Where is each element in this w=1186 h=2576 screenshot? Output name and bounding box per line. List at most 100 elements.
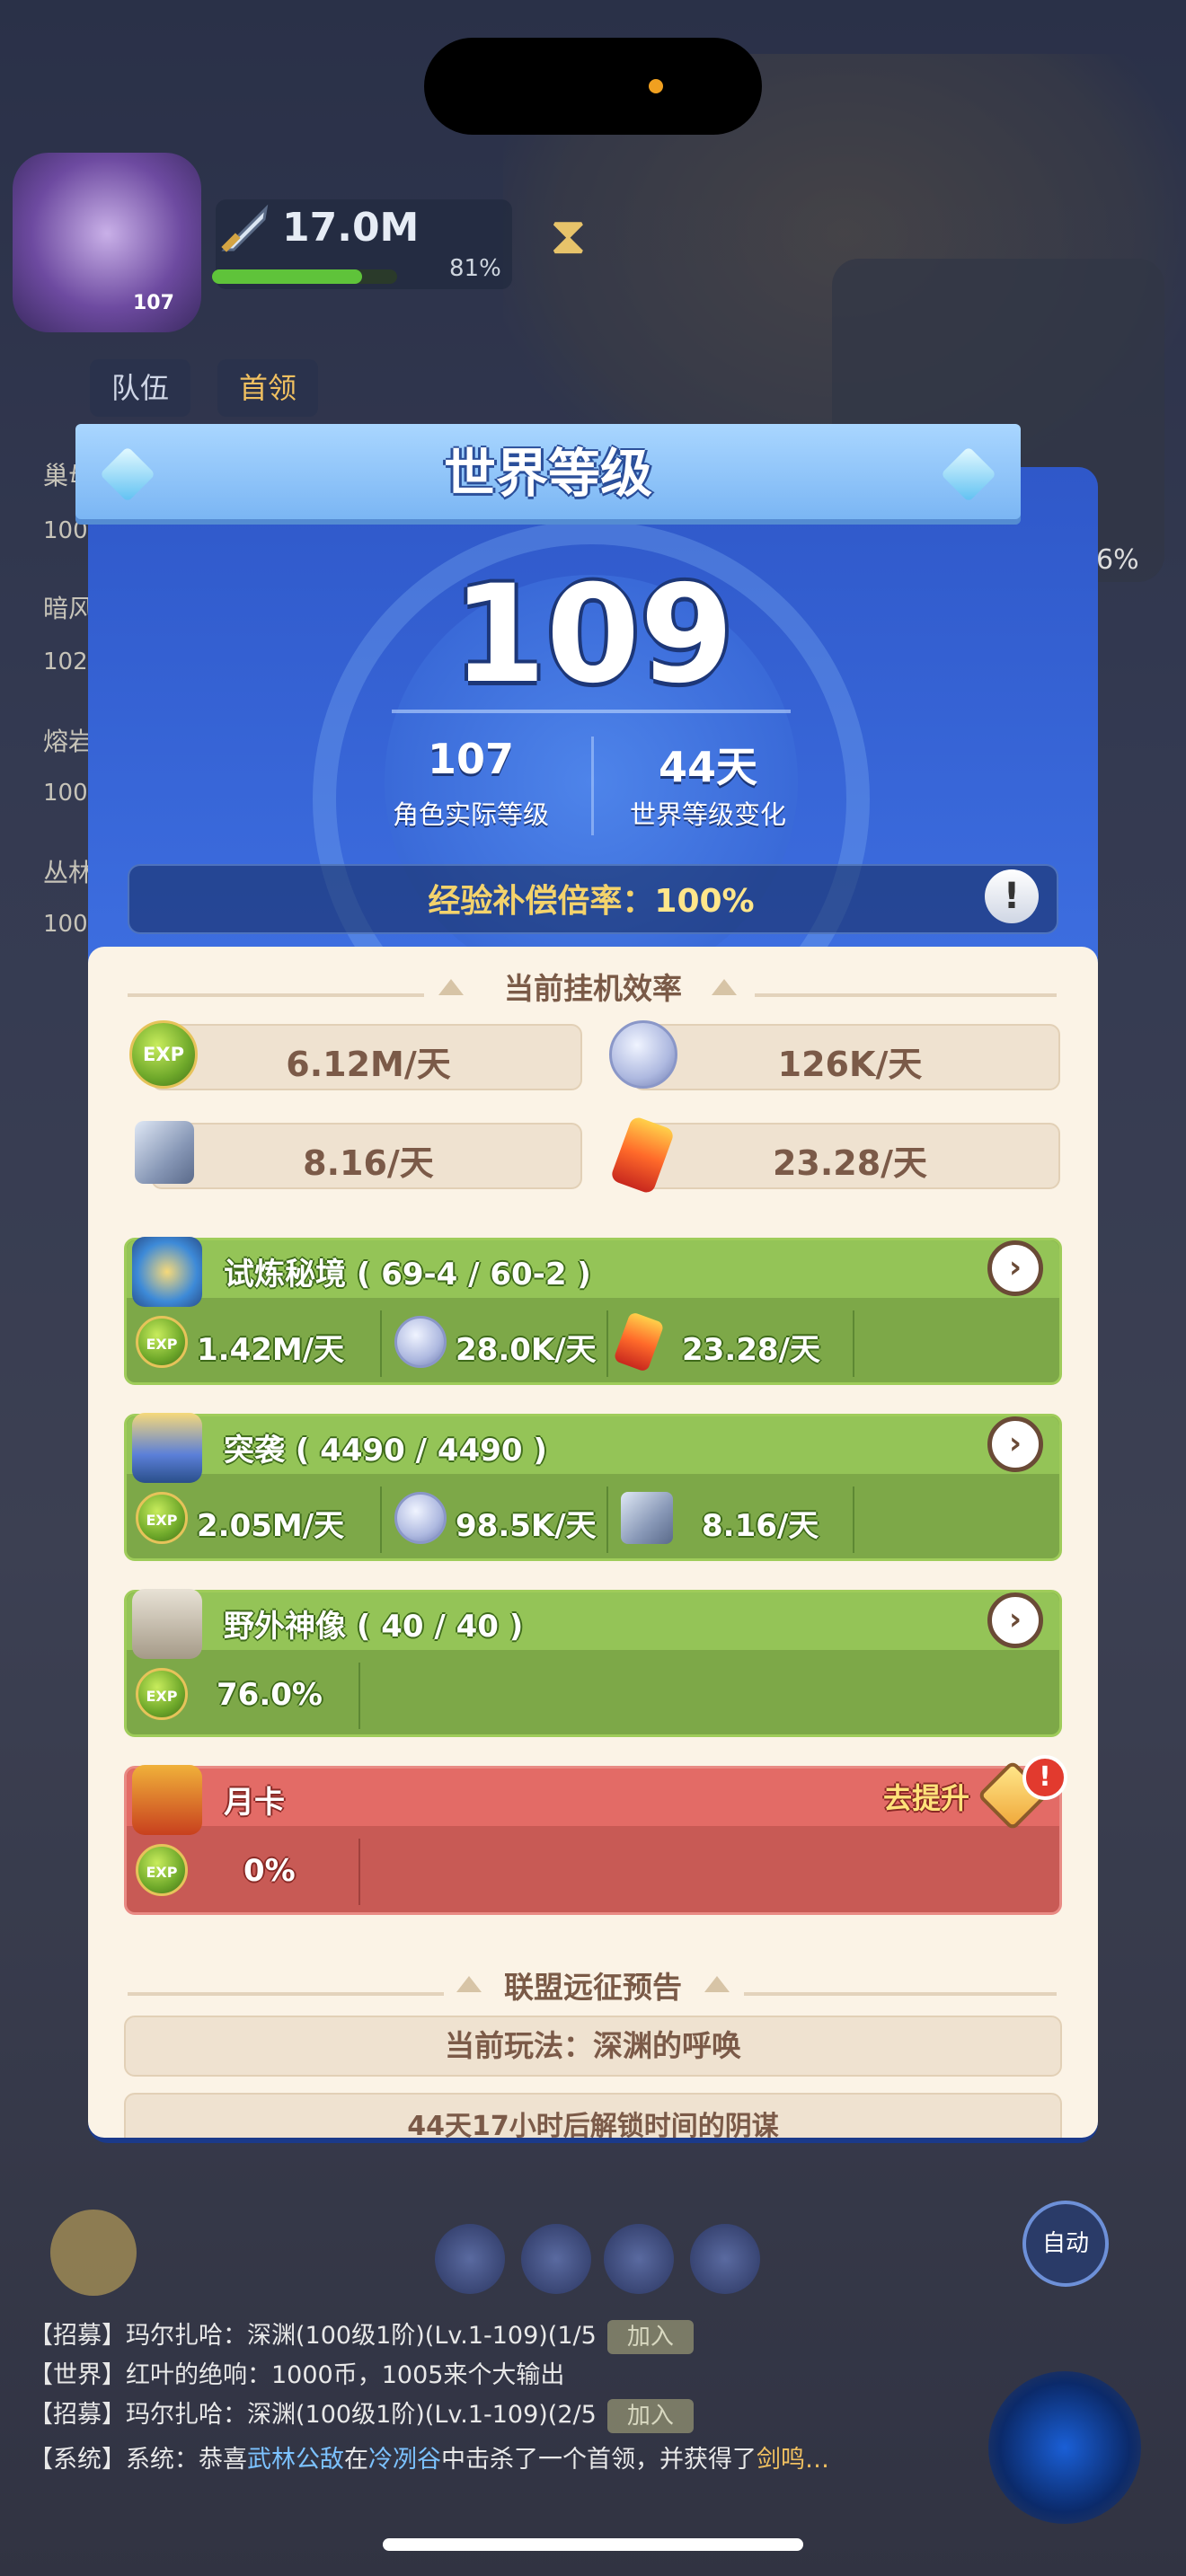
cell-value: 23.28/天 bbox=[682, 1332, 820, 1368]
exp-icon: EXP bbox=[136, 1316, 188, 1368]
reward-link[interactable]: 剑鸣… bbox=[757, 2446, 829, 2474]
chat-channel: 【系统】 bbox=[29, 2446, 126, 2474]
join-button[interactable]: 加入 bbox=[606, 2398, 694, 2433]
cell-separator bbox=[358, 1839, 360, 1905]
tab-team[interactable]: 队伍 bbox=[90, 359, 191, 417]
exclamation-icon[interactable]: ! bbox=[985, 869, 1039, 923]
exp-icon: EXP bbox=[129, 1020, 198, 1089]
monthly-card-icon bbox=[132, 1765, 202, 1835]
home-indicator[interactable] bbox=[383, 2538, 803, 2551]
exp-bonus-label: 经验补偿倍率： bbox=[428, 883, 655, 920]
chat-channel: 【招募】 bbox=[29, 2401, 126, 2429]
sword-icon bbox=[216, 199, 275, 259]
red-crystal-icon bbox=[613, 1310, 665, 1373]
exp-bonus-text: 经验补偿倍率：100% bbox=[128, 875, 1055, 922]
cell-value: 98.5K/天 bbox=[456, 1508, 597, 1544]
join-button[interactable]: 加入 bbox=[606, 2319, 694, 2354]
silver-coin-icon bbox=[609, 1020, 677, 1089]
dynamic-island bbox=[424, 38, 762, 135]
raid-crest-icon bbox=[132, 1413, 202, 1483]
resource-value: 6.12M/天 bbox=[286, 1045, 451, 1084]
improve-label[interactable]: 去提升 bbox=[883, 1776, 969, 1817]
card-title: 试炼秘境 ( 69-4 / 60-2 ) bbox=[224, 1257, 591, 1292]
exp-icon: EXP bbox=[136, 1492, 188, 1544]
source-card-monthly[interactable]: 月卡 去提升 EXP 0% bbox=[124, 1760, 1062, 1915]
chat-text: 玛尔扎哈：深渊(100级1阶)(Lv.1-109)(1/5 bbox=[126, 2322, 597, 2350]
world-level-value: 109 bbox=[452, 557, 734, 713]
auto-button[interactable]: 自动 bbox=[1022, 2201, 1109, 2287]
cell-value: 76.0% bbox=[217, 1677, 323, 1713]
cell-separator bbox=[853, 1486, 854, 1553]
chat-line: 【招募】玛尔扎哈：深渊(100级1阶)(Lv.1-109)(1/5 加入 bbox=[29, 2316, 694, 2354]
cell-separator bbox=[606, 1486, 608, 1553]
skill-slot-4[interactable] bbox=[690, 2224, 760, 2294]
cell-separator bbox=[380, 1486, 382, 1553]
power-progress-label: 81% bbox=[449, 255, 501, 282]
source-card-statue[interactable]: 野外神像 ( 40 / 40 ) › EXP 76.0% bbox=[124, 1589, 1062, 1737]
chat-text: 系统：恭喜 bbox=[126, 2446, 247, 2474]
exp-icon: EXP bbox=[136, 1668, 188, 1720]
tab-boss[interactable]: 首领 bbox=[217, 359, 319, 417]
cell-separator bbox=[853, 1310, 854, 1377]
chat-text: 红叶的绝响：1000币，1005来个大输出 bbox=[126, 2361, 565, 2389]
skill-slot-2[interactable] bbox=[521, 2224, 591, 2294]
chat-text: 在 bbox=[344, 2446, 368, 2474]
source-card-trial[interactable]: 试炼秘境 ( 69-4 / 60-2 ) › EXP 1.42M/天 28.0K/… bbox=[124, 1237, 1062, 1385]
camera-indicator bbox=[649, 79, 663, 93]
portal-icon[interactable] bbox=[988, 2371, 1141, 2524]
resource-value: 23.28/天 bbox=[772, 1143, 928, 1183]
silver-coin-icon bbox=[394, 1492, 447, 1544]
chat-line: 【世界】红叶的绝响：1000币，1005来个大输出 bbox=[29, 2355, 564, 2390]
next-mode-text: 44天17小时后解锁时间的阴谋 bbox=[407, 2111, 779, 2138]
side-entry-label[interactable]: 丛林 bbox=[43, 853, 93, 889]
card-title: 突袭 ( 4490 / 4490 ) bbox=[224, 1433, 547, 1469]
chevron-right-icon[interactable]: › bbox=[987, 1592, 1043, 1648]
cell-value: 0% bbox=[243, 1853, 296, 1889]
silver-coin-icon bbox=[394, 1316, 447, 1368]
trial-realm-icon bbox=[132, 1237, 202, 1307]
alert-badge: ! bbox=[1022, 1755, 1067, 1800]
chat-channel: 【世界】 bbox=[29, 2361, 126, 2389]
stone-icon bbox=[135, 1121, 194, 1184]
player-link[interactable]: 武林公敌 bbox=[247, 2446, 344, 2474]
chat-line: 【招募】玛尔扎哈：深渊(100级1阶)(Lv.1-109)(2/5 加入 bbox=[29, 2395, 694, 2433]
side-entry-level: 100 bbox=[43, 911, 88, 938]
actual-level-label: 角色实际等级 bbox=[392, 799, 549, 830]
chat-line: 【系统】系统：恭喜武林公敌在冷冽谷中击杀了一个首领，并获得了剑鸣… bbox=[29, 2439, 829, 2475]
stone-icon bbox=[621, 1492, 673, 1544]
skill-slot-3[interactable] bbox=[604, 2224, 674, 2294]
pet-icon[interactable] bbox=[50, 2210, 137, 2296]
chat-text: 玛尔扎哈：深渊(100级1阶)(Lv.1-109)(2/5 bbox=[126, 2401, 597, 2429]
panel-title: 世界等级 bbox=[443, 443, 652, 504]
combat-power: 17.0M bbox=[282, 205, 420, 251]
level-change-value: 44天 bbox=[658, 743, 757, 791]
chat-channel: 【招募】 bbox=[29, 2322, 126, 2350]
skill-slot-1[interactable] bbox=[435, 2224, 505, 2294]
hourglass-icon[interactable]: ⧗ bbox=[550, 205, 600, 277]
exp-bonus-value: 100% bbox=[654, 883, 755, 920]
current-mode: 当前玩法：深渊的呼唤 bbox=[124, 2016, 1062, 2077]
actual-level-value: 107 bbox=[427, 735, 515, 783]
cell-separator bbox=[380, 1310, 382, 1377]
level-change-label: 世界等级变化 bbox=[629, 799, 786, 830]
power-progress-bar bbox=[212, 269, 397, 284]
chevron-right-icon[interactable]: › bbox=[987, 1416, 1043, 1472]
section-ornament bbox=[712, 979, 737, 995]
location-link[interactable]: 冷冽谷 bbox=[368, 2446, 441, 2474]
side-entry-label[interactable]: 熔岩 bbox=[43, 722, 93, 758]
cell-separator bbox=[606, 1310, 608, 1377]
source-card-raid[interactable]: 突袭 ( 4490 / 4490 ) › EXP 2.05M/天 98.5K/天 … bbox=[124, 1413, 1062, 1561]
statue-icon bbox=[132, 1589, 202, 1659]
chevron-right-icon[interactable]: › bbox=[987, 1240, 1043, 1296]
next-mode-hint: 44天17小时后解锁时间的阴谋 bbox=[124, 2093, 1062, 2138]
cell-separator bbox=[358, 1663, 360, 1729]
resource-value: 126K/天 bbox=[777, 1045, 923, 1084]
section-ornament bbox=[704, 1976, 730, 1992]
side-entry-level: 100 bbox=[43, 780, 88, 807]
card-title: 野外神像 ( 40 / 40 ) bbox=[224, 1609, 524, 1645]
avatar-level: 107 bbox=[133, 292, 174, 314]
section-title-alliance: 联盟远征预告 bbox=[504, 1970, 682, 2005]
cell-value: 1.42M/天 bbox=[197, 1332, 345, 1368]
exp-icon: EXP bbox=[136, 1844, 188, 1896]
card-title: 月卡 bbox=[224, 1785, 285, 1821]
